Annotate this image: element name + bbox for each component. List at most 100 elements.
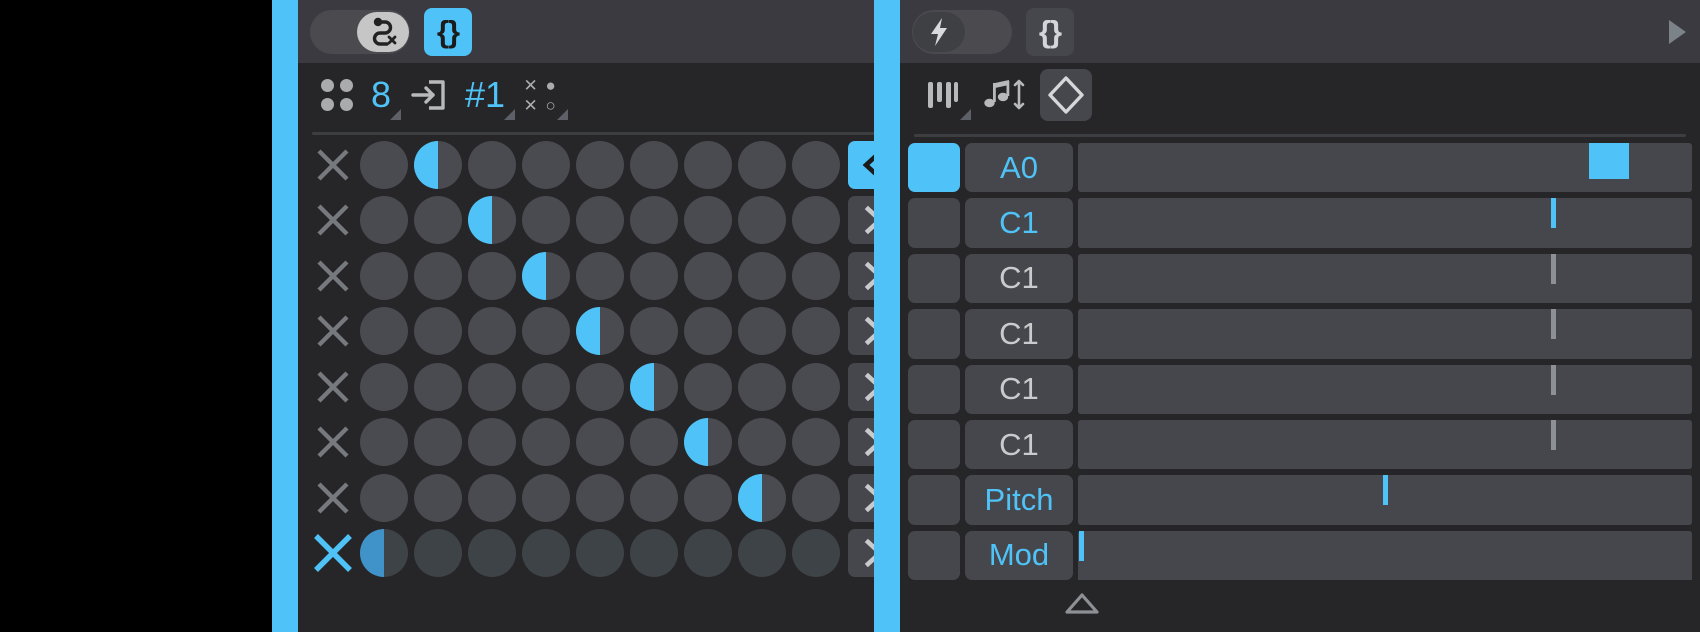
step-cell[interactable] (738, 196, 786, 245)
route-toggle[interactable] (310, 9, 410, 54)
step-cell[interactable] (630, 196, 678, 245)
step-cell[interactable] (630, 473, 678, 522)
step-cell[interactable] (576, 529, 624, 578)
step-cell[interactable] (792, 307, 840, 356)
lane-enable-pad[interactable] (908, 419, 960, 470)
row-clear-x-icon[interactable] (306, 309, 360, 353)
step-cell[interactable] (360, 362, 408, 411)
step-cell[interactable] (522, 473, 570, 522)
step-cell[interactable] (522, 307, 570, 356)
diamond-icon[interactable] (1040, 69, 1092, 121)
step-cell[interactable] (738, 140, 786, 189)
lane-value-slider[interactable] (1078, 143, 1692, 226)
step-cell[interactable] (630, 418, 678, 467)
step-cell[interactable] (684, 362, 732, 411)
right-braces-button[interactable]: {} (1026, 7, 1074, 56)
lane-value-slider[interactable] (1065, 530, 1692, 614)
step-cell[interactable] (630, 529, 678, 578)
lane-name-button[interactable]: A0 (965, 143, 1073, 193)
step-count-field[interactable]: 8 (362, 66, 402, 124)
step-cell[interactable] (360, 307, 408, 356)
step-cell[interactable] (360, 418, 408, 467)
piano-keys-icon[interactable] (914, 66, 971, 124)
step-cell[interactable] (414, 140, 462, 189)
step-cell[interactable] (630, 251, 678, 300)
step-cell[interactable] (738, 473, 786, 522)
step-cell[interactable] (360, 251, 408, 300)
row-clear-x-icon[interactable] (306, 531, 360, 575)
step-cell[interactable] (684, 529, 732, 578)
step-cell[interactable] (468, 140, 516, 189)
step-cell[interactable] (414, 251, 462, 300)
step-cell[interactable] (576, 140, 624, 189)
lane-value-slider[interactable] (1078, 475, 1692, 559)
arrow-into-box-icon[interactable] (400, 66, 456, 124)
lane-enable-pad[interactable] (908, 198, 960, 248)
step-cell[interactable] (684, 196, 732, 245)
step-cell[interactable] (792, 251, 840, 300)
step-cell[interactable] (792, 196, 840, 245)
step-cell[interactable] (684, 251, 732, 300)
step-cell[interactable] (792, 362, 840, 411)
step-cell[interactable] (630, 362, 678, 411)
lane-enable-pad[interactable] (908, 530, 960, 581)
lane-name-button[interactable]: C1 (965, 364, 1073, 414)
step-cell[interactable] (360, 529, 408, 578)
trigger-toggle[interactable] (912, 9, 1012, 54)
row-clear-x-icon[interactable] (306, 198, 360, 242)
lane-enable-pad[interactable] (908, 143, 960, 193)
music-note-updown-icon[interactable] (970, 66, 1034, 124)
lane-name-button[interactable]: Pitch (965, 475, 1073, 525)
step-cell[interactable] (360, 140, 408, 189)
step-cell[interactable] (792, 140, 840, 189)
lane-value-slider[interactable] (1078, 253, 1692, 337)
step-cell[interactable] (630, 307, 678, 356)
step-cell[interactable] (522, 418, 570, 467)
step-cell[interactable] (738, 251, 786, 300)
lane-name-button[interactable]: C1 (965, 309, 1073, 359)
lane-name-button[interactable]: C1 (965, 198, 1073, 248)
step-cell[interactable] (576, 473, 624, 522)
lane-enable-pad[interactable] (908, 475, 960, 525)
step-cell[interactable] (468, 362, 516, 411)
step-cell[interactable] (468, 307, 516, 356)
step-cell[interactable] (576, 196, 624, 245)
step-cell[interactable] (468, 251, 516, 300)
step-cell[interactable] (522, 196, 570, 245)
step-cell[interactable] (414, 307, 462, 356)
step-cell[interactable] (360, 196, 408, 245)
step-cell[interactable] (414, 362, 462, 411)
row-clear-x-icon[interactable] (306, 476, 360, 520)
lane-enable-pad[interactable] (908, 364, 960, 414)
step-cell[interactable] (630, 140, 678, 189)
step-cell[interactable] (468, 196, 516, 245)
step-cell[interactable] (576, 251, 624, 300)
right-play-triangle-icon[interactable] (1669, 19, 1686, 44)
step-cell[interactable] (468, 473, 516, 522)
step-cell[interactable] (738, 362, 786, 411)
pattern-grid-icon[interactable] (312, 66, 362, 124)
step-cell[interactable] (414, 473, 462, 522)
left-braces-button[interactable]: {} (424, 7, 472, 56)
step-cell[interactable] (738, 418, 786, 467)
step-cell[interactable] (522, 529, 570, 578)
step-cell[interactable] (360, 473, 408, 522)
lane-name-button[interactable]: C1 (965, 419, 1073, 470)
lane-value-slider[interactable] (1078, 364, 1692, 448)
step-cell[interactable] (792, 418, 840, 467)
step-cell[interactable] (792, 473, 840, 522)
lane-enable-pad[interactable] (908, 253, 960, 304)
lane-name-button[interactable]: C1 (965, 253, 1073, 304)
lane-value-slider[interactable] (1078, 419, 1692, 503)
step-cell[interactable] (684, 140, 732, 189)
step-cell[interactable] (522, 140, 570, 189)
lane-name-button[interactable]: Mod (965, 530, 1073, 581)
row-clear-x-icon[interactable] (306, 420, 360, 464)
step-cell[interactable] (522, 251, 570, 300)
step-cell[interactable] (792, 529, 840, 578)
pattern-number-field[interactable]: #1 (456, 66, 516, 124)
step-cell[interactable] (414, 529, 462, 578)
row-clear-x-icon[interactable] (306, 254, 360, 298)
step-cell[interactable] (684, 307, 732, 356)
lane-value-slider[interactable] (1078, 309, 1692, 393)
